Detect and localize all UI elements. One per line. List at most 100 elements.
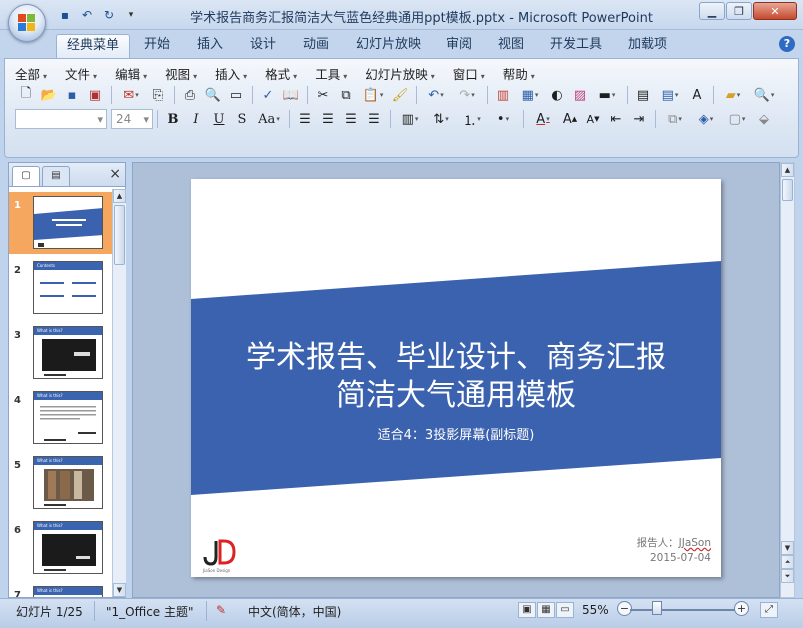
textbox-icon[interactable]: A [686,85,708,105]
undo-icon[interactable]: ↶ [78,6,96,24]
font-color-icon[interactable]: A ▾ [528,109,558,129]
slide-thumbnail[interactable]: 5 What is this? [9,452,113,514]
menu-tools[interactable]: 工具 ▾ [315,64,347,83]
undo-icon[interactable]: ↶ ▾ [421,85,451,105]
minimize-icon[interactable]: ▁ [699,2,725,20]
permission-icon[interactable]: ▣ [84,85,106,105]
shape-fill-icon[interactable]: ⬙ [753,109,775,129]
paste-icon[interactable]: 📋 ▾ [358,85,388,105]
fill-color-icon[interactable]: ▬ ▾ [592,85,622,105]
save-icon[interactable]: ▪ [56,6,74,24]
zoom-level[interactable]: 55% [582,603,609,617]
zoom-in-icon[interactable]: + [734,601,749,616]
slide-thumbnail[interactable]: 4 What is this? [9,387,113,449]
menu-help[interactable]: 帮助 ▾ [503,64,535,83]
shrink-font-icon[interactable]: A ▼ [582,109,604,129]
slide-thumbnail[interactable]: 1 [9,192,113,254]
new-icon[interactable]: 🗋 [15,85,37,105]
tab-classic-menu[interactable]: 经典菜单 [56,34,131,58]
numbering-icon[interactable]: ⒈ ▾ [457,109,487,129]
normal-view-icon[interactable]: ▣ [518,602,536,618]
scroll-up-icon[interactable]: ▲ [113,189,126,203]
spelling-icon[interactable]: ✓ [257,85,279,105]
close-pane-icon[interactable]: × [109,166,121,182]
office-button[interactable] [8,4,46,42]
slide-title[interactable]: 学术报告、毕业设计、商务汇报 简洁大气通用模板 [191,339,721,415]
zoom-slider-knob[interactable] [652,601,662,615]
slide-thumbnail[interactable]: 6 What is this? [9,517,113,579]
menu-file[interactable]: 文件 ▾ [65,64,97,83]
zoom-slider[interactable] [630,609,738,611]
slide-date[interactable]: 2015-07-04 [650,552,711,564]
slide-sorter-view-icon[interactable]: ▦ [537,602,555,618]
menu-view[interactable]: 视图 ▾ [165,64,197,83]
email-icon[interactable]: ✉ ▾ [116,85,146,105]
find-icon[interactable]: 🔍 ▾ [749,85,779,105]
slideshow-view-icon[interactable]: ▭ [556,602,574,618]
align-right-icon[interactable]: ☰ [340,109,362,129]
scroll-thumb[interactable] [114,205,125,265]
slides-pane-scrollbar[interactable]: ▲ ▼ [112,189,126,597]
cut-icon[interactable]: ✂ [312,85,334,105]
quick-styles-icon[interactable]: ▢ ▾ [722,109,752,129]
menu-slideshow[interactable]: 幻灯片放映 ▾ [365,64,435,83]
italic-button[interactable]: I [185,109,207,129]
scroll-down-icon[interactable]: ▼ [781,541,794,555]
shadow-button[interactable]: S [231,109,253,129]
menu-edit[interactable]: 编辑 ▾ [115,64,147,83]
menu-format[interactable]: 格式 ▾ [265,64,297,83]
align-center-icon[interactable]: ☰ [317,109,339,129]
next-slide-icon[interactable]: ⏷ [781,569,794,583]
insert-clipart-icon[interactable]: ◐ [546,85,568,105]
redo-icon[interactable]: ↷ ▾ [452,85,482,105]
layout-icon[interactable]: ▤ ▾ [655,85,685,105]
change-case-button[interactable]: Aa ▾ [254,109,284,129]
menu-all[interactable]: 全部 ▾ [15,64,47,83]
tab-view[interactable]: 视图 [488,34,534,58]
tab-design[interactable]: 设计 [240,34,286,58]
presenter-label[interactable]: 报告人：JJaSon [637,535,711,550]
print-icon[interactable]: ⎙ [179,85,201,105]
tab-slideshow[interactable]: 幻灯片放映 [346,34,431,58]
language-status[interactable]: 中文(简体，中国) [248,603,341,620]
slide-thumbnail[interactable]: 2 Contents [9,257,113,319]
tab-developer[interactable]: 开发工具 [540,34,612,58]
slide-thumbnail[interactable]: 7 What is this? [9,582,113,597]
format-painter-icon[interactable]: 🖌 [389,85,411,105]
text-direction-icon[interactable]: ⇅ ▾ [426,109,456,129]
scroll-down-icon[interactable]: ▼ [113,583,126,597]
theme-name[interactable]: "1_Office 主题" [106,603,194,620]
tab-insert[interactable]: 插入 [187,34,233,58]
align-left-icon[interactable]: ☰ [294,109,316,129]
grow-font-icon[interactable]: A ▲ [559,109,581,129]
help-icon[interactable]: ? [779,36,795,52]
open-icon[interactable]: 📂 [38,85,60,105]
shapes-icon[interactable]: ◈ ▾ [691,109,721,129]
menu-insert[interactable]: 插入 ▾ [215,64,247,83]
insert-picture-icon[interactable]: ▨ [569,85,591,105]
underline-button[interactable]: U [208,109,230,129]
research-icon[interactable]: 📖 [280,85,302,105]
outline-tab-icon[interactable]: ▤ [42,166,70,186]
fit-to-window-icon[interactable]: ⤢ [760,602,778,618]
publish-icon[interactable]: ⎘ [147,85,169,105]
decrease-indent-icon[interactable]: ⇤ [605,109,627,129]
slides-tab-icon[interactable]: ▢ [12,166,40,186]
tab-review[interactable]: 审阅 [436,34,482,58]
menu-window[interactable]: 窗口 ▾ [453,64,485,83]
font-size-combo[interactable]: 24 ▾ [111,109,153,129]
previous-slide-icon[interactable]: ⏶ [781,555,794,569]
close-icon[interactable]: ✕ [753,2,797,20]
grayscale-icon[interactable]: ▭ [225,85,247,105]
copy-icon[interactable]: ⧉ [335,85,357,105]
redo-icon[interactable]: ↻ [100,6,118,24]
tab-animation[interactable]: 动画 [293,34,339,58]
columns-icon[interactable]: ▥ ▾ [395,109,425,129]
tab-addins[interactable]: 加载项 [618,34,677,58]
bullets-icon[interactable]: • ▾ [488,109,518,129]
slide-thumbnail[interactable]: 3 What is this? [9,322,113,384]
table-icon[interactable]: ▦ ▾ [515,85,545,105]
bold-button[interactable]: B [162,109,184,129]
font-name-combo[interactable]: ▾ [15,109,107,129]
chart-icon[interactable]: ▥ [492,85,514,105]
